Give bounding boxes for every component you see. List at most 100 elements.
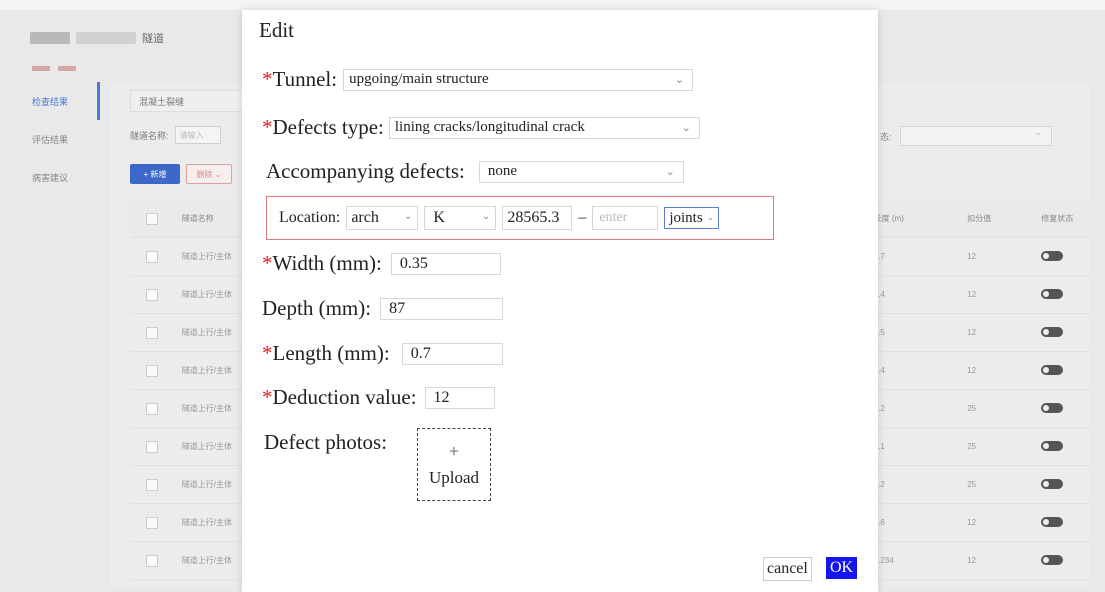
row-deduction: 25 — [967, 404, 977, 413]
location-start-input[interactable]: 28565.3 — [502, 206, 573, 230]
row-length: 0.234 — [873, 556, 894, 565]
row-checkbox[interactable] — [146, 250, 158, 263]
length-label: Length (mm): — [272, 341, 390, 365]
location-prefix-value: K — [433, 209, 445, 226]
accompanying-label: Accompanying defects: — [266, 159, 465, 183]
nav-item-inspection[interactable]: 检查结果 — [22, 82, 100, 120]
row-length: 2.4 — [873, 366, 885, 375]
accompanying-select[interactable]: none ⌄ — [478, 160, 684, 183]
row-checkbox[interactable] — [146, 554, 158, 567]
deduction-input[interactable]: 12 — [424, 386, 495, 409]
filter-label: 隧道名称: — [130, 130, 169, 141]
row-checkbox[interactable] — [146, 364, 158, 377]
length-value: 0.7 — [410, 344, 431, 362]
required-mark: * — [262, 251, 273, 275]
status-toggle[interactable] — [1041, 516, 1064, 527]
blurred-text — [76, 32, 136, 44]
new-button[interactable]: + 新增 — [130, 164, 180, 184]
row-checkbox[interactable] — [146, 478, 158, 491]
row-deduction: 12 — [967, 556, 977, 565]
accompanying-row: Accompanying defects: none ⌄ — [266, 159, 684, 184]
required-mark: * — [262, 115, 273, 139]
edit-dialog: Edit *Tunnel: upgoing/main structure ⌄ *… — [242, 10, 878, 592]
required-mark: * — [262, 341, 273, 365]
accompanying-value: none — [487, 163, 518, 179]
status-toggle[interactable] — [1041, 364, 1064, 375]
location-prefix-select[interactable]: K ⌄ — [424, 206, 497, 230]
defects-type-row: *Defects type: lining cracks/longitudina… — [262, 115, 700, 140]
location-start-value: 28565.3 — [507, 209, 560, 226]
tab-concrete-crack[interactable]: 混凝土裂缝 — [130, 90, 244, 112]
tunnel-row: *Tunnel: upgoing/main structure ⌄ — [262, 67, 694, 92]
row-length: 2.2 — [873, 404, 885, 413]
row-length: 0.7 — [873, 252, 885, 261]
status-toggle[interactable] — [1041, 250, 1064, 261]
depth-input[interactable]: 87 — [380, 297, 504, 320]
defects-type-value: lining cracks/longitudinal crack — [394, 119, 585, 135]
row-deduction: 12 — [967, 328, 977, 337]
row-checkbox[interactable] — [146, 440, 158, 453]
required-mark: * — [262, 67, 273, 91]
row-length: 4.2 — [873, 480, 885, 489]
tunnel-value: upgoing/main structure — [349, 71, 489, 87]
dialog-title: Edit — [259, 18, 294, 42]
status-toggle[interactable] — [1041, 326, 1064, 337]
status-filter-label: 态: — [880, 131, 892, 142]
status-toggle[interactable] — [1041, 288, 1064, 299]
chevron-down-icon: ⌄ — [665, 164, 675, 178]
row-deduction: 25 — [967, 480, 977, 489]
width-label: Width (mm): — [272, 251, 382, 275]
chevron-down-icon: ⌄ — [706, 213, 715, 223]
location-group: Location: arch ⌄ K ⌄ 28565.3 – enter joi… — [266, 196, 774, 240]
cancel-button[interactable]: cancel — [763, 557, 812, 581]
tunnel-label: Tunnel: — [272, 67, 338, 91]
top-bar — [0, 0, 1105, 10]
col-deduction: 扣分值 — [967, 214, 992, 223]
row-deduction: 12 — [967, 366, 977, 375]
chevron-down-icon: ⌄ — [674, 72, 685, 86]
defects-type-select[interactable]: lining cracks/longitudinal crack ⌄ — [388, 116, 700, 139]
row-checkbox[interactable] — [146, 402, 158, 415]
delete-button[interactable]: 删除 ⌄ — [186, 164, 232, 184]
plus-icon: + — [448, 441, 460, 461]
row-checkbox[interactable] — [146, 326, 158, 339]
location-part-select[interactable]: arch ⌄ — [346, 206, 419, 230]
width-input[interactable]: 0.35 — [390, 252, 501, 275]
row-deduction: 12 — [967, 290, 977, 299]
status-toggle[interactable] — [1041, 402, 1064, 413]
row-length: 1.1 — [873, 442, 885, 451]
left-nav: 检查结果 评估结果 病害建议 — [22, 82, 100, 196]
upload-label: Upload — [428, 468, 480, 487]
depth-label: Depth (mm): — [262, 296, 372, 320]
width-row: *Width (mm): 0.35 — [262, 251, 501, 276]
row-checkbox[interactable] — [146, 516, 158, 529]
location-end-input[interactable]: enter — [592, 206, 659, 230]
select-all-checkbox[interactable] — [146, 212, 158, 225]
location-part-value: arch — [351, 209, 379, 226]
joints-select[interactable]: joints ⌄ — [664, 207, 720, 229]
tunnel-filter: 隧道名称: 请输入 — [130, 126, 221, 144]
joints-value: joints — [669, 209, 703, 226]
status-toggle[interactable] — [1041, 478, 1064, 489]
row-length: 3.5 — [873, 328, 885, 337]
deduction-value: 12 — [433, 388, 450, 406]
status-filter-select[interactable] — [899, 126, 1052, 146]
ok-button[interactable]: OK — [826, 557, 858, 579]
row-checkbox[interactable] — [146, 288, 158, 301]
toolbar: + 新增 删除 ⌄ — [130, 164, 232, 184]
upload-button[interactable]: + Upload — [417, 428, 491, 501]
length-input[interactable]: 0.7 — [401, 342, 503, 365]
status-toggle[interactable] — [1041, 440, 1064, 451]
breadcrumb — [32, 66, 76, 71]
nav-item-suggestion[interactable]: 病害建议 — [22, 158, 100, 196]
filter-input[interactable]: 请输入 — [174, 126, 221, 144]
tunnel-select[interactable]: upgoing/main structure ⌄ — [343, 68, 694, 91]
col-status: 修复状态 — [1041, 214, 1074, 223]
row-deduction: 25 — [967, 442, 977, 451]
nav-item-evaluation[interactable]: 评估结果 — [22, 120, 100, 158]
range-dash: – — [578, 209, 587, 226]
blurred-logo — [30, 32, 70, 44]
col-length: 长度 (m) — [873, 214, 904, 223]
width-value: 0.35 — [399, 254, 428, 272]
status-toggle[interactable] — [1041, 554, 1064, 565]
